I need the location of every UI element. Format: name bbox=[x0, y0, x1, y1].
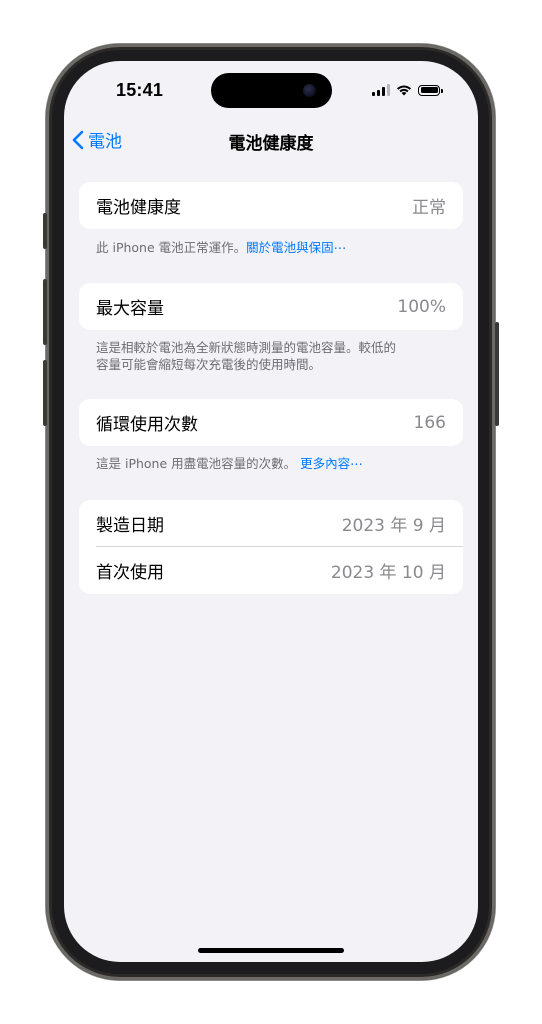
home-indicator[interactable] bbox=[198, 948, 344, 953]
side-button bbox=[495, 322, 499, 426]
wifi-icon bbox=[397, 85, 411, 96]
more-info-link[interactable]: 更多內容⋯ bbox=[300, 456, 363, 471]
max-capacity-label: 最大容量 bbox=[96, 299, 164, 319]
manufacture-date-label: 製造日期 bbox=[96, 516, 164, 536]
dates-group: 製造日期 2023 年 9 月 首次使用 2023 年 10 月 bbox=[79, 500, 463, 594]
max-capacity-group: 最大容量 100% bbox=[79, 283, 463, 330]
max-capacity-note-line2: 容量可能會縮短每次充電後的使用時間。 bbox=[96, 357, 322, 372]
battery-health-row[interactable]: 電池健康度 正常 bbox=[79, 182, 463, 229]
screen: 15:41 電池 電池健康度 電池健康度 正常 此 iPhone 電池正常運作。… bbox=[64, 61, 478, 962]
volume-up-button bbox=[43, 279, 47, 345]
first-use-row: 首次使用 2023 年 10 月 bbox=[79, 547, 463, 594]
cycle-count-group: 循環使用次數 166 bbox=[79, 399, 463, 446]
page-title: 電池健康度 bbox=[228, 134, 314, 154]
cellular-signal-icon bbox=[372, 84, 390, 96]
battery-health-value: 正常 bbox=[412, 198, 446, 218]
action-button bbox=[43, 213, 47, 249]
warranty-link[interactable]: 關於電池與保固⋯ bbox=[246, 240, 346, 255]
first-use-value: 2023 年 10 月 bbox=[330, 563, 446, 583]
battery-icon bbox=[418, 84, 443, 96]
status-time: 15:41 bbox=[116, 80, 164, 100]
battery-health-note: 此 iPhone 電池正常運作。 bbox=[96, 240, 247, 255]
cycle-count-label: 循環使用次數 bbox=[96, 415, 198, 435]
battery-health-group: 電池健康度 正常 bbox=[79, 182, 463, 229]
max-capacity-note-line1: 這是相較於電池為全新狀態時測量的電池容量。較低的 bbox=[96, 340, 397, 355]
battery-health-label: 電池健康度 bbox=[96, 198, 181, 218]
volume-down-button bbox=[43, 360, 47, 426]
battery-health-footnote: 此 iPhone 電池正常運作。關於電池與保固⋯ bbox=[96, 239, 456, 256]
manufacture-date-row: 製造日期 2023 年 9 月 bbox=[79, 500, 463, 547]
max-capacity-footnote: 這是相較於電池為全新狀態時測量的電池容量。較低的 容量可能會縮短每次充電後的使用… bbox=[96, 339, 456, 373]
dynamic-island bbox=[211, 73, 332, 108]
max-capacity-value: 100% bbox=[397, 296, 446, 317]
status-icons bbox=[372, 83, 443, 97]
manufacture-date-value: 2023 年 9 月 bbox=[341, 516, 446, 536]
cycle-count-row: 循環使用次數 166 bbox=[79, 399, 463, 446]
cycle-count-note: 這是 iPhone 用盡電池容量的次數。 bbox=[96, 456, 297, 471]
navigation-bar: 電池 電池健康度 bbox=[64, 125, 478, 155]
cycle-count-footnote: 這是 iPhone 用盡電池容量的次數。 更多內容⋯ bbox=[96, 455, 456, 472]
cycle-count-value: 166 bbox=[413, 412, 446, 433]
max-capacity-row: 最大容量 100% bbox=[79, 283, 463, 330]
camera-icon bbox=[303, 84, 316, 97]
first-use-label: 首次使用 bbox=[96, 563, 164, 583]
